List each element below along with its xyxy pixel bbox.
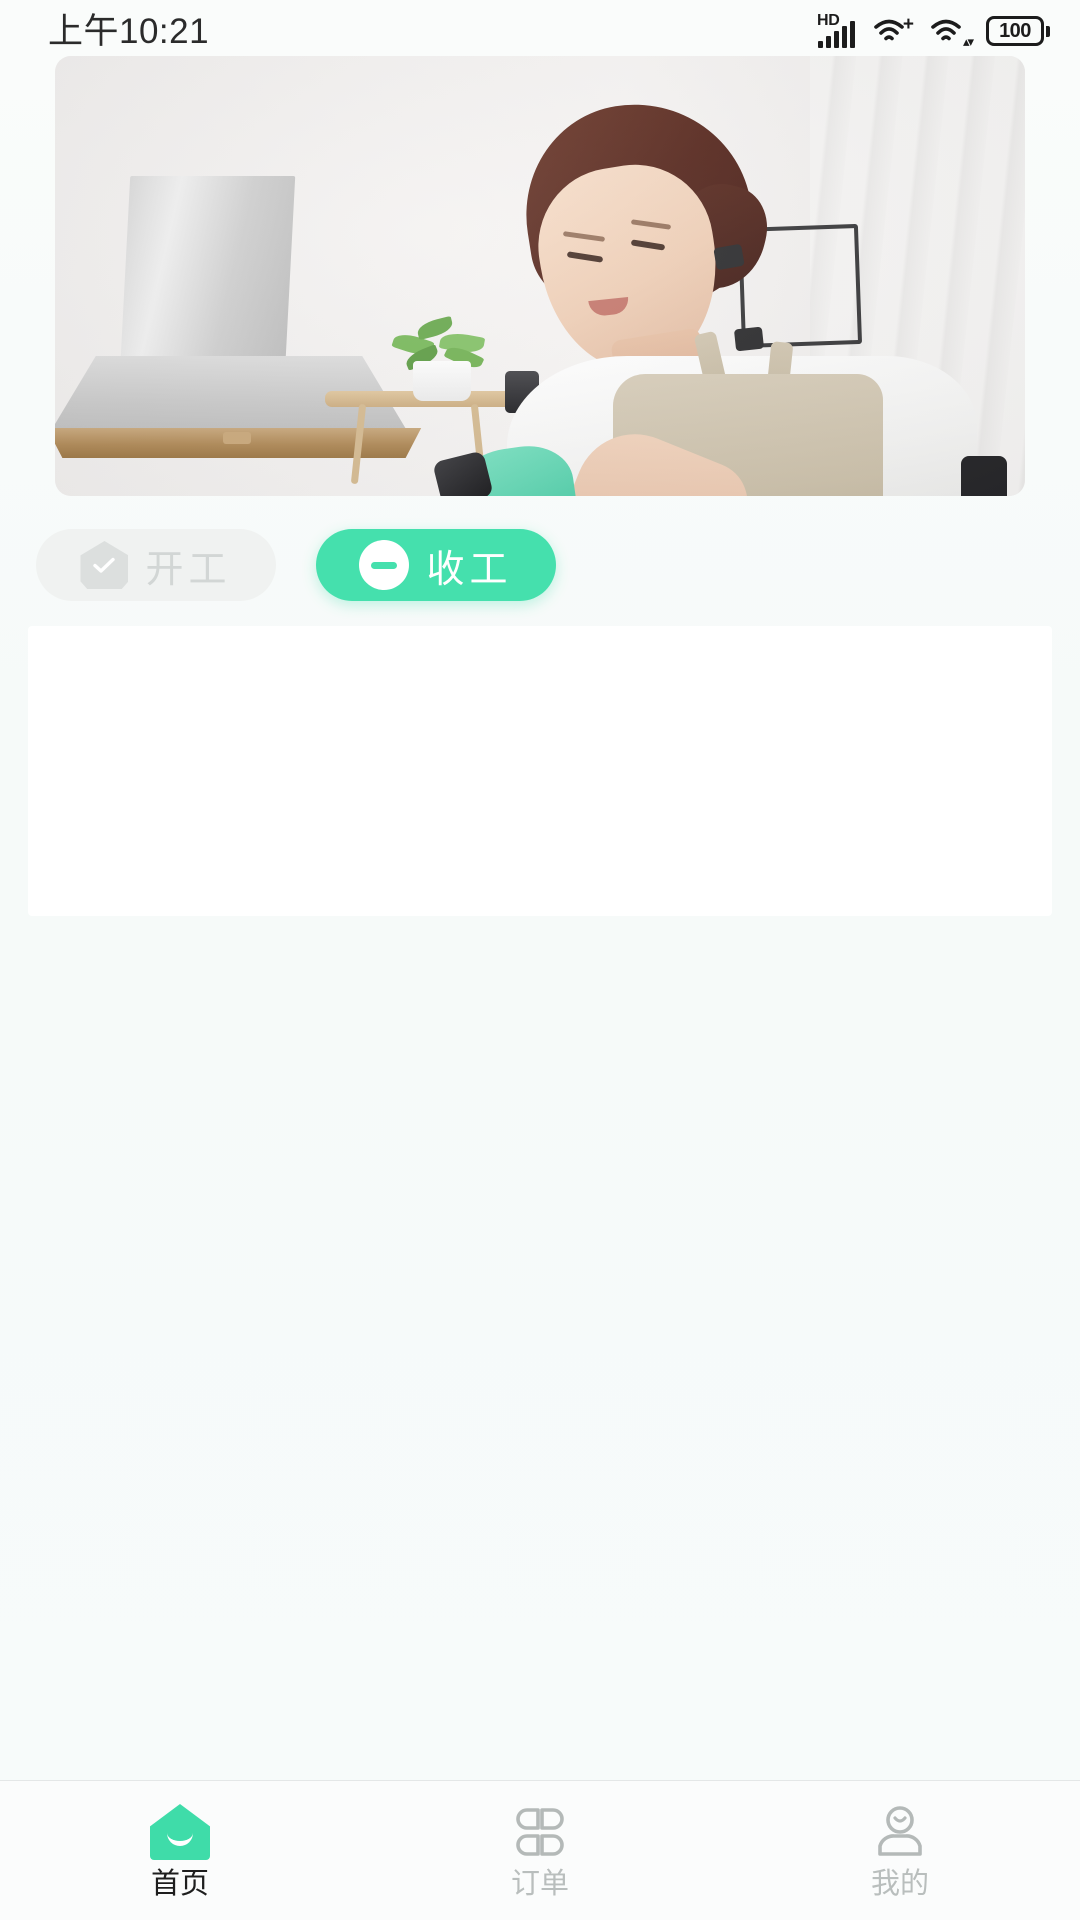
wifi-plus-badge: + [902,14,914,35]
shield-check-icon [80,541,129,589]
page-spacer [0,916,1080,1780]
hd-label: HD [817,12,840,29]
home-icon [150,1803,210,1861]
tab-profile[interactable]: 我的 [800,1803,1000,1899]
tab-home-label: 首页 [150,1868,209,1900]
wifi-data-icon: ▴▾ [929,15,974,49]
battery-level: 100 [999,20,1031,42]
work-status-actions: 开工 收工 [0,529,1080,601]
hd-signal-icon: HD [817,12,855,48]
end-work-button[interactable]: 收工 [316,529,556,601]
banner-vignette [55,56,1025,496]
status-bar: 上午10:21 HD + ▴▾ 100 [0,0,1080,62]
status-icons: HD + ▴▾ 100 [817,12,1050,49]
tab-orders-label: 订单 [510,1868,569,1900]
start-work-label: 开工 [145,548,232,591]
tab-orders[interactable]: 订单 [440,1803,640,1899]
end-work-label: 收工 [426,548,513,591]
content-card [28,626,1052,916]
app-screen: 上午10:21 HD + ▴▾ 100 开工 收工 首页 订单 我的 [0,0,1080,1920]
status-time: 上午10:21 [48,11,210,51]
tab-home[interactable]: 首页 [80,1803,280,1899]
battery-cap [1046,25,1050,37]
person-icon [872,1803,928,1861]
banner-container [0,56,1080,496]
minus-circle-icon [359,540,410,590]
battery-icon: 100 [986,16,1050,46]
battery-body: 100 [986,16,1044,46]
start-work-button[interactable]: 开工 [36,529,276,601]
clover-grid-icon [512,1803,568,1861]
tab-profile-label: 我的 [870,1868,929,1900]
bottom-tab-bar: 首页 订单 我的 [0,1780,1080,1920]
wifi-data-arrows: ▴▾ [962,34,974,49]
banner-image[interactable] [55,56,1025,496]
wifi-plus-icon: + [872,14,914,47]
